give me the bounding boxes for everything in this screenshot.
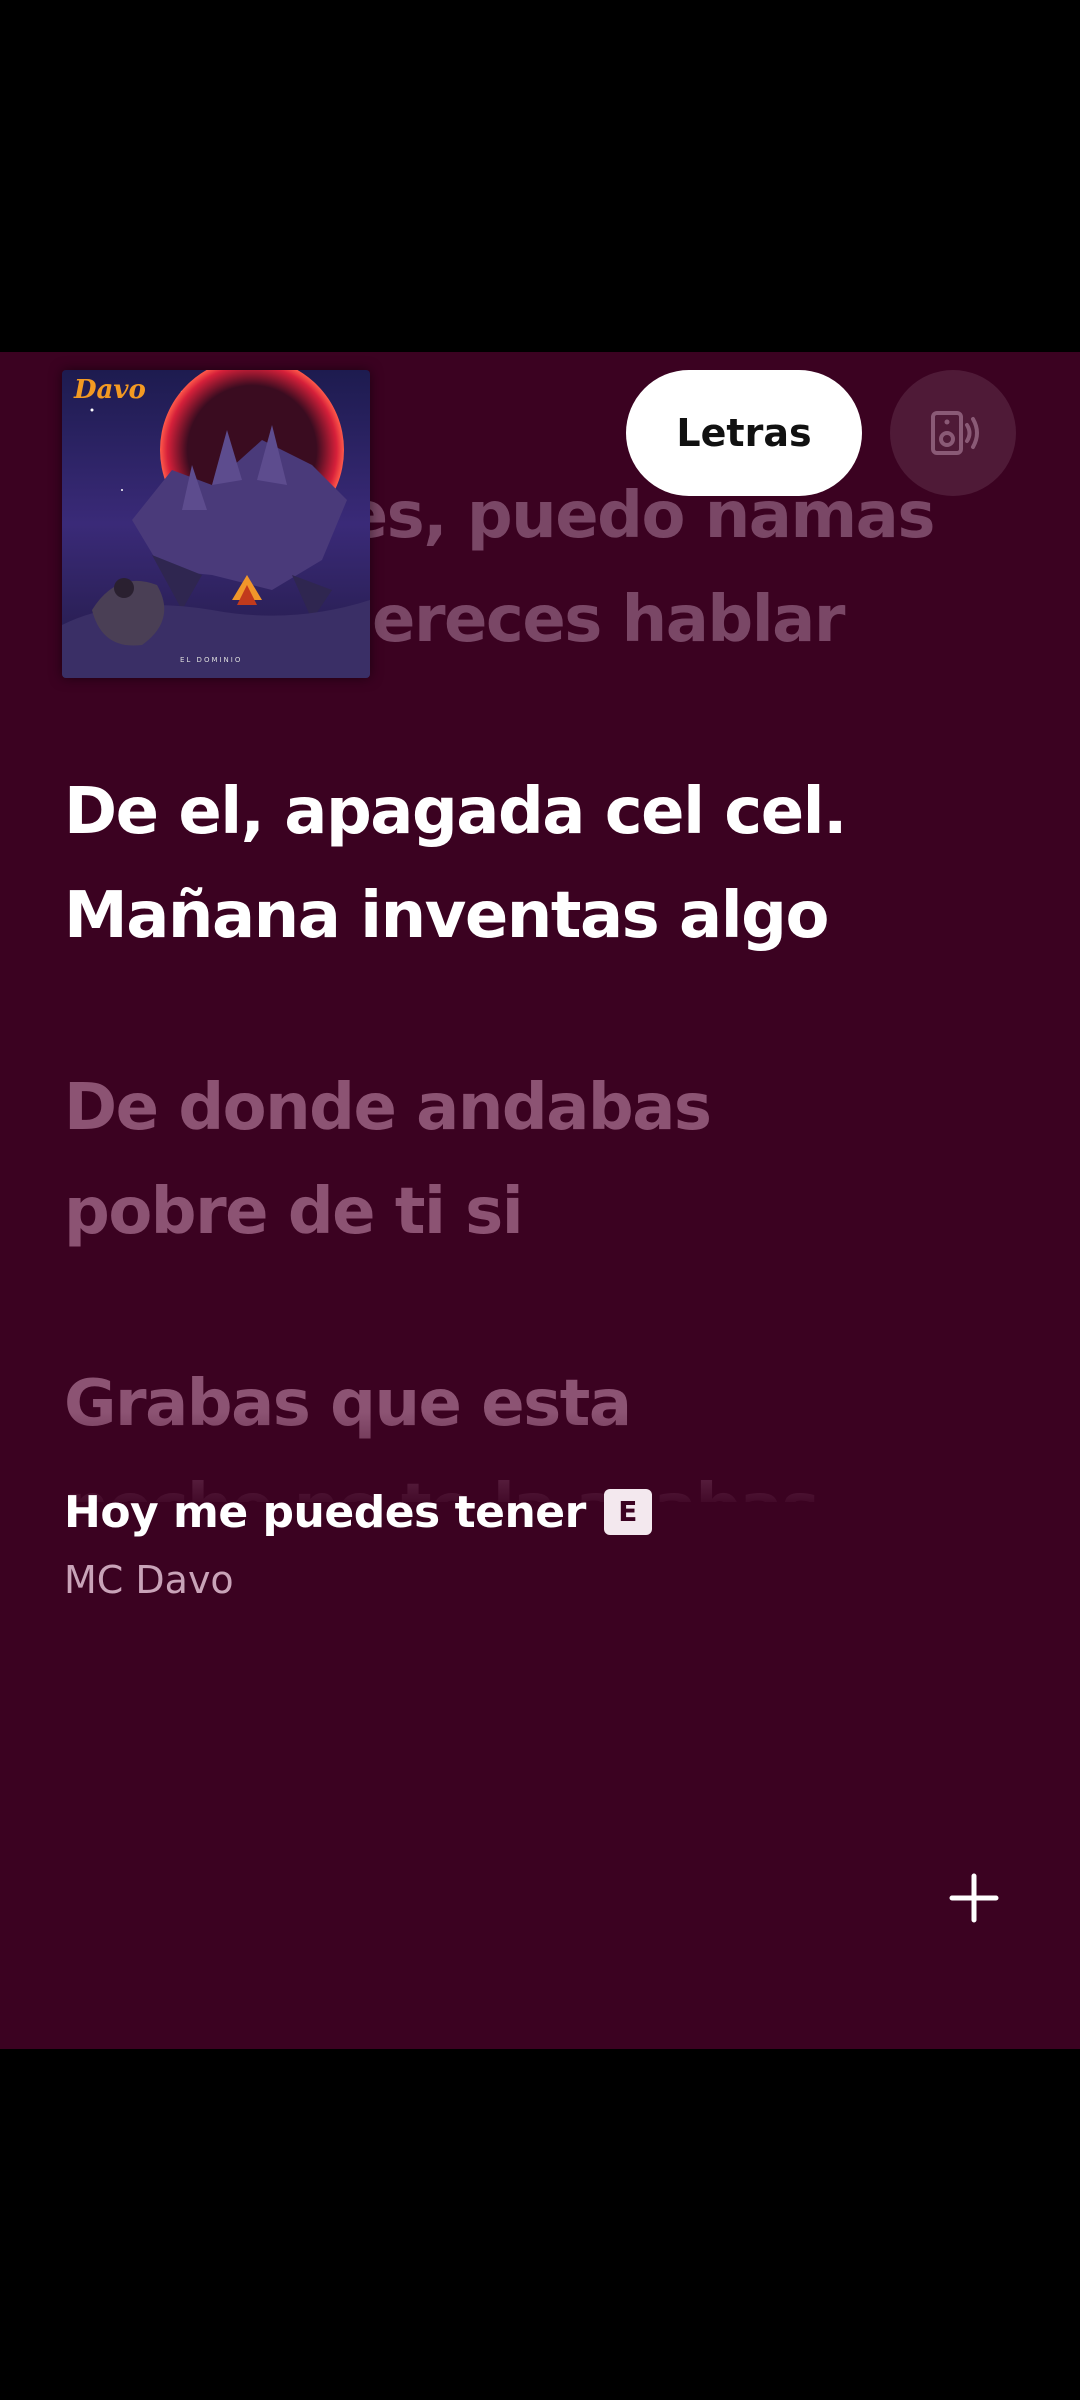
- lyric-line[interactable]: Mañana inventas algo: [64, 864, 1044, 968]
- svg-text:Davo: Davo: [73, 375, 146, 405]
- lyric-line[interactable]: De donde andabas: [64, 1056, 1044, 1160]
- speaker-device-icon: [931, 411, 979, 455]
- album-cover-art: Davo EL DOMINIO: [62, 370, 370, 678]
- explicit-badge: E: [603, 1489, 652, 1535]
- track-title-row: Hoy me puedes tener E: [64, 1482, 652, 1542]
- lyrics-panel: Tu quieres, puedo namas que te mereces ha…: [0, 352, 1080, 2049]
- track-title[interactable]: Hoy me puedes tener: [64, 1487, 586, 1538]
- artist-name[interactable]: MC Davo: [64, 1558, 234, 1602]
- plus-icon: [949, 1873, 999, 1923]
- lyric-line[interactable]: pobre de ti si: [64, 1160, 1044, 1264]
- svg-text:EL DOMINIO: EL DOMINIO: [180, 656, 242, 664]
- connect-device-button[interactable]: [890, 370, 1016, 496]
- album-cover[interactable]: Davo EL DOMINIO: [62, 370, 370, 678]
- lyrics-toggle-button[interactable]: Letras: [626, 370, 862, 496]
- lyric-line[interactable]: De el, apagada cel cel.: [64, 760, 1044, 864]
- add-to-library-button[interactable]: [944, 1868, 1004, 1928]
